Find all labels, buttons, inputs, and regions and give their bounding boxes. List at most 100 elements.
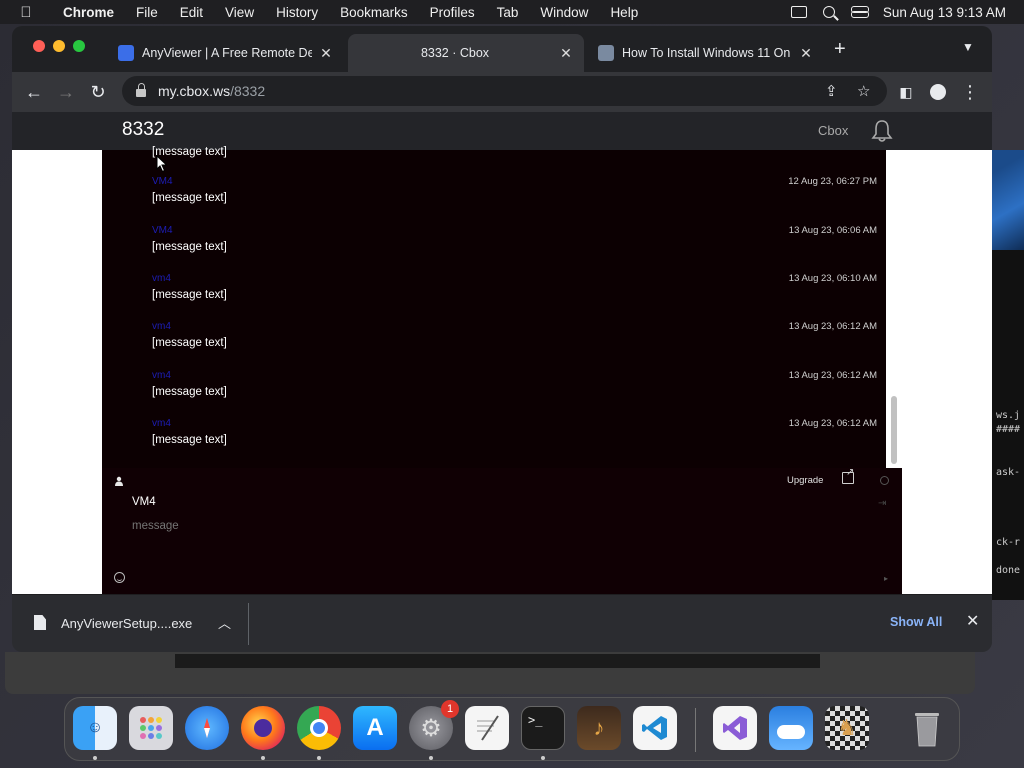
cbox-header: 8332 Cbox [12,112,992,150]
scrollbar-thumb[interactable] [891,396,897,464]
running-indicator [317,756,321,760]
forward-arrow-icon[interactable]: → [54,80,78,104]
status-circle-icon[interactable] [880,476,889,485]
tab-close-icon[interactable]: ✕ [798,45,814,62]
message-username[interactable]: vm4 [152,418,877,434]
textedit-icon[interactable] [465,706,509,750]
tab-close-icon[interactable]: ✕ [318,45,334,62]
chat-message: vm4 13 Aug 23, 06:12 AM [message text] [152,370,877,398]
notification-bell-icon[interactable] [871,119,893,143]
page-favicon-icon [598,45,614,61]
control-center-icon[interactable] [850,6,869,18]
menu-tab[interactable]: Tab [486,5,530,20]
message-text: [message text] [152,192,227,204]
trash-icon[interactable] [905,706,949,750]
bookmark-star-icon[interactable]: ☆ [857,82,870,100]
message-username[interactable]: VM4 [152,176,877,192]
tab-windows11[interactable]: How To Install Windows 11 On ✕ [588,34,824,72]
menubar-clock[interactable]: Sun Aug 13 9:13 AM [883,5,1006,20]
message-username[interactable]: VM4 [152,225,877,241]
tab-title: AnyViewer | A Free Remote De [142,46,312,60]
menu-help[interactable]: Help [599,5,649,20]
tab-close-icon[interactable]: ✕ [558,45,574,62]
running-indicator [93,756,97,760]
chess-icon[interactable]: ♞ [825,706,869,750]
menu-profiles[interactable]: Profiles [419,5,486,20]
apple-menu-icon[interactable]:  [0,4,52,21]
chevron-up-icon[interactable]: ︿ [218,613,231,632]
background-window-bar [175,654,820,668]
background-terminal-window: ws.j #### ask- ck-r done [992,150,1024,600]
menu-edit[interactable]: Edit [169,5,214,20]
cbox-link[interactable]: Cbox [818,123,848,138]
tab-anyviewer[interactable]: AnyViewer | A Free Remote De ✕ [108,34,344,72]
smiley-icon[interactable] [114,572,125,583]
upgrade-link[interactable]: Upgrade [787,475,823,486]
tab-search-chevron-icon[interactable]: ▼ [962,40,974,54]
chrome-icon[interactable] [297,706,341,750]
message-username[interactable]: vm4 [152,321,877,337]
message-username[interactable]: vm4 [152,273,877,289]
address-bar[interactable]: my.cbox.ws/8332 ⇪ ☆ [122,76,887,106]
show-all-button[interactable]: Show All [890,615,942,629]
name-input[interactable] [132,496,732,508]
new-tab-icon[interactable]: + [834,38,846,61]
fullscreen-window-button[interactable] [73,40,85,52]
menu-chrome[interactable]: Chrome [52,5,125,20]
close-icon[interactable]: ✕ [966,611,979,631]
firefox-icon[interactable] [241,706,285,750]
visual-studio-icon[interactable] [713,706,757,750]
menu-window[interactable]: Window [529,5,599,20]
tab-title: 8332 · Cbox [420,46,490,60]
message-input[interactable] [132,520,732,532]
url-host: my.cbox.ws [158,83,231,99]
vscode-icon[interactable] [633,706,677,750]
message-text: [message text] [152,146,227,158]
screen-mirroring-icon[interactable] [790,6,807,18]
chat-message: vm4 13 Aug 23, 06:12 AM [message text] [152,321,877,349]
app-store-icon[interactable]: A [353,706,397,750]
reload-icon[interactable]: ↻ [86,80,110,104]
terminal-icon[interactable]: >_ [521,706,565,750]
download-file-name[interactable]: AnyViewerSetup....exe [61,616,192,631]
open-external-icon[interactable] [842,467,854,484]
profile-avatar-icon[interactable] [926,80,950,104]
chat-message: VM4 13 Aug 23, 06:06 AM [message text] [152,225,877,253]
weather-icon[interactable] [769,706,813,750]
back-arrow-icon[interactable]: ← [22,80,46,104]
share-icon[interactable]: ⇪ [825,82,838,100]
system-settings-icon[interactable]: ⚙ 1 [409,700,459,750]
message-text: [message text] [152,434,227,446]
side-panel-icon[interactable]: ◧ [894,80,918,104]
file-icon [34,615,46,630]
background-window [5,652,975,694]
finder-icon[interactable]: ☺ [73,706,117,750]
spotlight-search-icon[interactable] [822,6,835,18]
dock-divider [695,708,696,752]
menu-view[interactable]: View [214,5,265,20]
launchpad-icon[interactable] [129,706,173,750]
lock-icon[interactable] [136,83,146,97]
garageband-icon[interactable]: ♪ [577,706,621,750]
tab-cbox[interactable]: 8332 · Cbox ✕ [348,34,584,72]
safari-icon[interactable] [185,706,229,750]
notification-badge: 1 [441,700,459,718]
message-username[interactable]: vm4 [152,370,877,386]
scroll-right-arrow-icon[interactable]: ▸ [884,574,888,583]
user-icon[interactable] [114,476,124,486]
menu-bookmarks[interactable]: Bookmarks [329,5,419,20]
chrome-menu-icon[interactable]: ⋮ [958,80,982,104]
chat-scrollbar[interactable] [886,150,902,468]
url-path: /8332 [230,83,266,99]
chat-message: vm4 13 Aug 23, 06:10 AM [message text] [152,273,877,301]
message-timestamp: 13 Aug 23, 06:12 AM [788,321,877,332]
desktop-wallpaper-fragment [992,150,1024,250]
running-indicator [541,756,545,760]
send-icon[interactable]: ⇥ [878,498,886,509]
close-window-button[interactable] [33,40,45,52]
tab-title: How To Install Windows 11 On [622,46,791,60]
menu-file[interactable]: File [125,5,169,20]
menubar:  Chrome File Edit View History Bookmark… [0,0,1024,24]
minimize-window-button[interactable] [53,40,65,52]
menu-history[interactable]: History [265,5,329,20]
